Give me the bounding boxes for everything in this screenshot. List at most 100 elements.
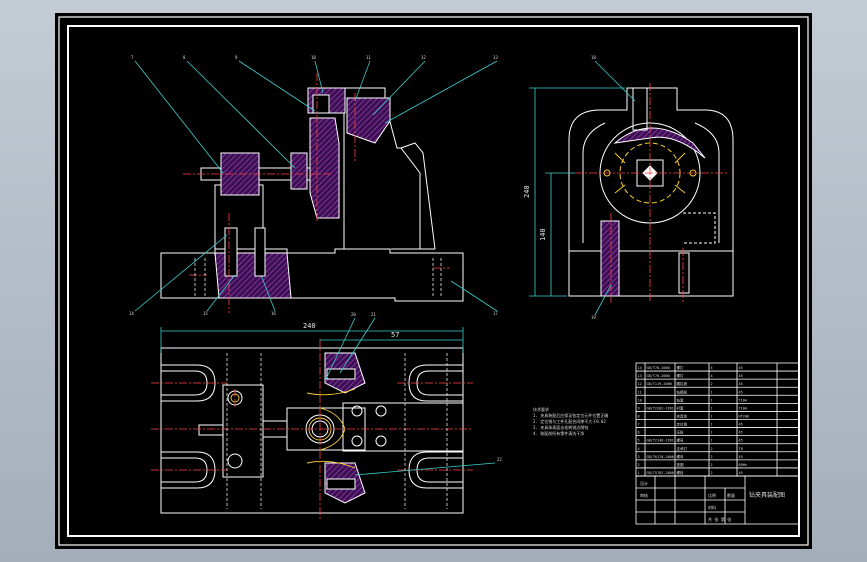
title-scale: 比例 <box>708 492 716 498</box>
bom-cell: 7 <box>638 423 640 427</box>
bom-cell: 14 <box>638 366 642 370</box>
bom-cell: GB/T70-2000 <box>647 366 670 370</box>
bom-cell: 支承钉 <box>677 446 688 451</box>
bom-cell: 螺母 <box>677 454 685 459</box>
bom-cell: 1 <box>711 406 713 410</box>
bom-cell: 垫圈 <box>677 462 685 467</box>
bom-cell: GB/T2262-1991 <box>647 406 674 410</box>
side-view <box>568 87 734 297</box>
bom-cell: 定位销 <box>677 422 688 427</box>
bom-cell: 螺钉 <box>677 373 685 378</box>
leader-label: 18 <box>591 55 596 60</box>
bom-cell: 螺母 <box>677 438 685 443</box>
bom-cell: 45 <box>739 390 743 394</box>
bom-cell: T10A <box>739 406 748 410</box>
leader-label: 13 <box>493 55 498 60</box>
bom-cell: 45 <box>739 455 743 459</box>
leader-label: 9 <box>235 55 238 60</box>
bom-cell: 夹具体 <box>677 413 688 418</box>
leader-label: 11 <box>366 55 371 60</box>
bom-cell: 6 <box>638 431 640 435</box>
title-designer: 设计 <box>640 480 648 486</box>
bom-cell: HT200 <box>739 414 750 418</box>
bom-text: 14 GB/T70-2000 螺钉 4 4513 GB/T70-2000 螺钉 4 4512 GB… <box>638 365 750 475</box>
dim-side-inner: 140 <box>539 228 547 241</box>
title-name: 钻夹具装配图 <box>749 491 785 499</box>
bom-cell: 1 <box>711 431 713 435</box>
title-material: 材料 <box>708 504 716 510</box>
bom-cell: 65Mn <box>739 463 747 467</box>
bom-cell: 13 <box>638 374 642 378</box>
front-view <box>160 87 464 302</box>
bom-cell: 12 <box>638 382 642 386</box>
leader-label: 20 <box>351 312 356 317</box>
bom-cell: 4 <box>638 447 640 451</box>
cad-drawing: 240 140 240 57 7 8 9 10 11 12 1314 15 16… <box>58 16 809 546</box>
bom-cell: 2 <box>638 463 640 467</box>
bom-cell: 钻套 <box>677 397 685 402</box>
note-line-3: 3. 夹具体表面去毛刺锐边倒钝 <box>533 424 588 430</box>
leader-label: 16 <box>271 311 276 316</box>
bom-cell: GB/T5782-2000 <box>647 471 674 475</box>
bom-cell: T10A <box>739 398 748 402</box>
bom-table <box>635 362 800 477</box>
bom-cell: 衬套 <box>677 405 685 410</box>
title-sheet: 共 张 第 张 <box>708 516 731 522</box>
leader-label: 8 <box>183 55 186 60</box>
bom-cell: 2 <box>711 447 713 451</box>
note-line-4: 4. 装配前所有零件清洗干净 <box>533 430 584 436</box>
bom-cell: 45 <box>739 374 743 378</box>
dim-top-width: 240 <box>303 322 316 330</box>
dim-side-height: 240 <box>523 185 531 198</box>
bom-cell: T8 <box>739 447 743 451</box>
bom-cell: 9 <box>638 406 640 410</box>
bom-cell: 45 <box>739 431 743 435</box>
bom-cell: 1 <box>711 414 713 418</box>
bom-cell: 4 <box>711 374 713 378</box>
top-yellow-details <box>230 388 356 469</box>
bom-cell: 1 <box>711 390 713 394</box>
note-title: 技术要求 <box>533 406 549 412</box>
bom-cell: 45 <box>739 423 743 427</box>
bom-cell: GB/T6170-2000 <box>647 455 674 459</box>
bom-cell: 1 <box>638 471 640 475</box>
technical-notes: 技术要求 1. 夹具装配后应保证各定位元件位置正确 2. 定位销与工件孔配合间隙… <box>533 406 608 436</box>
bom-cell: 1 <box>711 439 713 443</box>
title-checker: 审核 <box>640 492 648 498</box>
bom-cell: 1 <box>711 423 713 427</box>
side-centerlines <box>575 83 727 303</box>
top-view <box>160 347 464 514</box>
bom-cell: 2 <box>711 382 713 386</box>
bom-cell: 11 <box>638 390 642 394</box>
bom-cell: 5 <box>638 439 640 443</box>
bom-cell: 螺钉 <box>677 365 685 370</box>
leader-label: 7 <box>131 55 134 60</box>
title-qty: 数量 <box>727 492 735 498</box>
bom-cell: 螺栓 <box>677 470 685 475</box>
bom-cell: 4 <box>711 366 713 370</box>
bom-cell: 3 <box>638 455 640 459</box>
bom-cell: 2 <box>711 471 713 475</box>
drawing-sheet: 240 140 240 57 7 8 9 10 11 12 13 14 15 1… <box>55 13 812 549</box>
bom-cell: 钻模板 <box>677 389 688 394</box>
bom-cell: 1 <box>711 398 713 402</box>
leader-label: 12 <box>421 55 426 60</box>
bom-cell: 8 <box>638 414 640 418</box>
bom-cell: GB/T70-2000 <box>647 374 670 378</box>
leader-label: 10 <box>311 55 316 60</box>
bom-cell: 压板 <box>677 430 685 435</box>
bom-cell: 10 <box>638 398 642 402</box>
leader-label: 19 <box>591 315 596 320</box>
bom-cell: 45 <box>739 471 743 475</box>
dim-top-right: 57 <box>391 331 399 339</box>
note-line-2: 2. 定位销与工件孔配合间隙不大于0.02 <box>533 418 606 424</box>
bom-cell: 45 <box>739 366 743 370</box>
bom-cell: 45 <box>739 439 743 443</box>
bom-cell: 2 <box>711 455 713 459</box>
note-line-1: 1. 夹具装配后应保证各定位元件位置正确 <box>533 412 608 418</box>
bom-cell: 2 <box>711 463 713 467</box>
leader-label: 22 <box>497 457 502 462</box>
leader-label: 14 <box>129 311 134 316</box>
leader-label: 21 <box>371 312 376 317</box>
bom-cell: 圆柱销 <box>677 381 688 386</box>
